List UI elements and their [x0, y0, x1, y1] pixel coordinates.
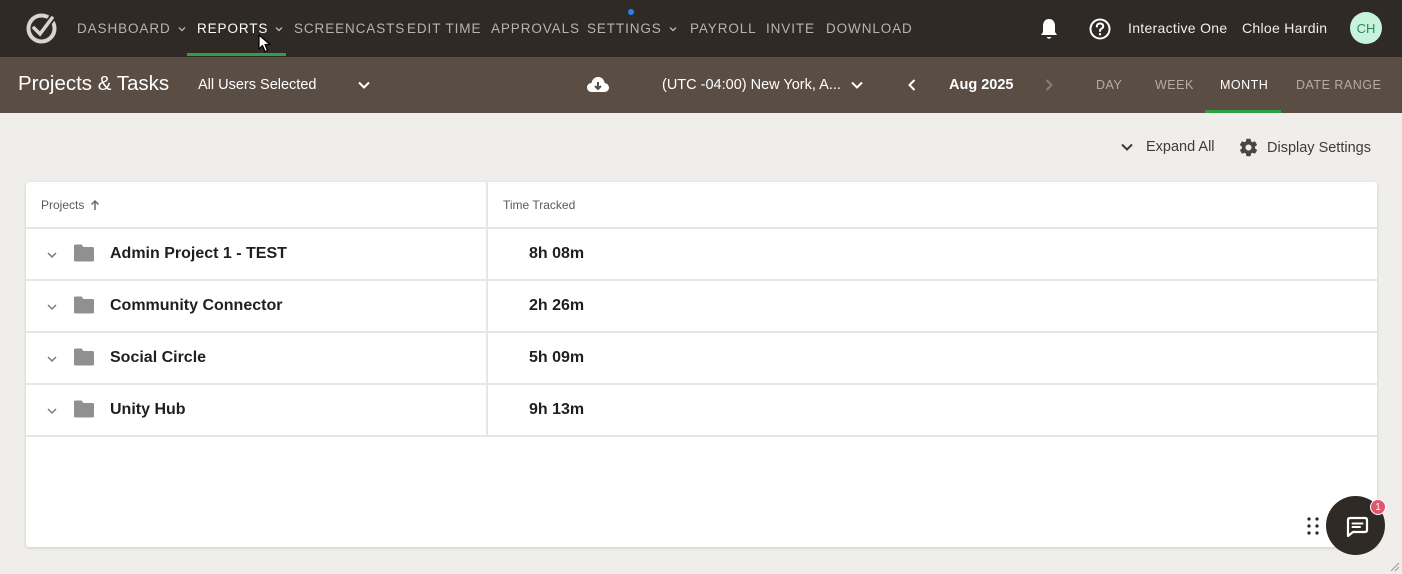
- project-time: 9h 13m: [529, 401, 585, 418]
- expand-all-button[interactable]: Expand All: [1120, 139, 1215, 155]
- app-logo-icon[interactable]: [25, 12, 58, 45]
- chevron-down-icon[interactable]: [46, 301, 58, 313]
- chevron-down-icon[interactable]: [46, 405, 58, 417]
- project-time: 2h 26m: [529, 297, 585, 314]
- tab-day[interactable]: DAY: [1096, 78, 1122, 92]
- project-name: Admin Project 1 - TEST: [110, 245, 287, 262]
- avatar[interactable]: CH: [1350, 12, 1382, 44]
- tab-month[interactable]: MONTH: [1220, 78, 1268, 92]
- active-range-indicator: [1205, 110, 1281, 113]
- users-select[interactable]: All Users Selected: [198, 77, 316, 93]
- mouse-cursor-icon: [258, 34, 271, 53]
- folder-icon: [74, 400, 94, 418]
- nav-invite-label: INVITE: [766, 21, 815, 36]
- nav-edit-time-label: EDIT TIME: [407, 21, 482, 36]
- date-label: Aug 2025: [949, 77, 1014, 93]
- resize-handle-icon[interactable]: [1388, 560, 1400, 572]
- nav-payroll[interactable]: PAYROLL: [690, 0, 757, 57]
- nav-approvals[interactable]: APPROVALS: [491, 0, 580, 57]
- chevron-down-icon[interactable]: [46, 353, 58, 365]
- table-row[interactable]: Unity Hub 9h 13m: [26, 385, 1377, 437]
- project-name: Unity Hub: [110, 401, 186, 418]
- projects-column-header[interactable]: Projects: [41, 198, 101, 212]
- nav-download[interactable]: DOWNLOAD: [826, 0, 913, 57]
- gear-icon: [1239, 138, 1258, 157]
- chat-icon: [1346, 516, 1368, 537]
- nav-dashboard-label: DASHBOARD: [77, 21, 171, 36]
- projects-table: Projects Time Tracked Admin Project 1 - …: [26, 182, 1377, 547]
- folder-icon: [74, 244, 94, 262]
- nav-download-label: DOWNLOAD: [826, 21, 913, 36]
- folder-icon: [74, 296, 94, 314]
- chevron-down-icon[interactable]: [46, 249, 58, 261]
- chevron-left-icon[interactable]: [905, 77, 919, 93]
- nav-payroll-label: PAYROLL: [690, 21, 757, 36]
- user-name[interactable]: Chloe Hardin: [1242, 20, 1327, 36]
- sort-ascending-icon: [91, 199, 100, 210]
- project-name: Social Circle: [110, 349, 207, 366]
- time-tracked-column-header[interactable]: Time Tracked: [503, 198, 575, 212]
- bell-icon[interactable]: [1038, 17, 1060, 41]
- nav-edit-time[interactable]: EDIT TIME: [407, 0, 481, 57]
- expand-all-label: Expand All: [1146, 139, 1215, 155]
- help-icon[interactable]: [1089, 18, 1111, 40]
- chevron-down-icon[interactable]: [357, 78, 371, 92]
- display-settings-label: Display Settings: [1267, 139, 1371, 156]
- chevron-right-icon[interactable]: [1042, 77, 1056, 93]
- nav-approvals-label: APPROVALS: [491, 21, 580, 36]
- chevron-down-icon: [275, 26, 283, 31]
- table-row[interactable]: Social Circle 5h 09m: [26, 333, 1377, 385]
- drag-handle-icon[interactable]: [1306, 516, 1320, 536]
- chat-badge: 1: [1370, 499, 1386, 515]
- tab-week[interactable]: WEEK: [1155, 78, 1194, 92]
- chevron-down-icon[interactable]: [850, 78, 864, 92]
- table-row[interactable]: Admin Project 1 - TEST 8h 08m: [26, 229, 1377, 281]
- column-divider: [486, 182, 488, 437]
- project-time: 8h 08m: [529, 245, 585, 262]
- nav-invite[interactable]: INVITE: [766, 0, 815, 57]
- table-row[interactable]: Community Connector 2h 26m: [26, 281, 1377, 333]
- organization-name[interactable]: Interactive One: [1128, 20, 1227, 36]
- chevron-down-icon: [178, 26, 186, 31]
- notification-dot: [628, 9, 634, 15]
- chevron-down-icon: [1121, 143, 1133, 151]
- nav-dashboard[interactable]: DASHBOARD: [77, 0, 187, 57]
- project-time: 5h 09m: [529, 349, 585, 366]
- folder-icon: [74, 348, 94, 366]
- nav-settings-label: SETTINGS: [587, 21, 662, 36]
- timezone-select[interactable]: (UTC -04:00) New York, A...: [662, 77, 841, 93]
- tab-date-range[interactable]: DATE RANGE: [1296, 78, 1381, 92]
- display-settings-button[interactable]: Display Settings: [1238, 137, 1371, 158]
- nav-screencasts[interactable]: SCREENCASTS: [294, 0, 405, 57]
- project-name: Community Connector: [110, 297, 283, 314]
- chevron-down-icon: [669, 26, 677, 31]
- projects-header-label: Projects: [41, 198, 85, 212]
- nav-screencasts-label: SCREENCASTS: [294, 21, 406, 36]
- cloud-download-icon[interactable]: [585, 73, 611, 97]
- table-header: Projects Time Tracked: [26, 182, 1377, 229]
- page-title: Projects & Tasks: [18, 72, 170, 95]
